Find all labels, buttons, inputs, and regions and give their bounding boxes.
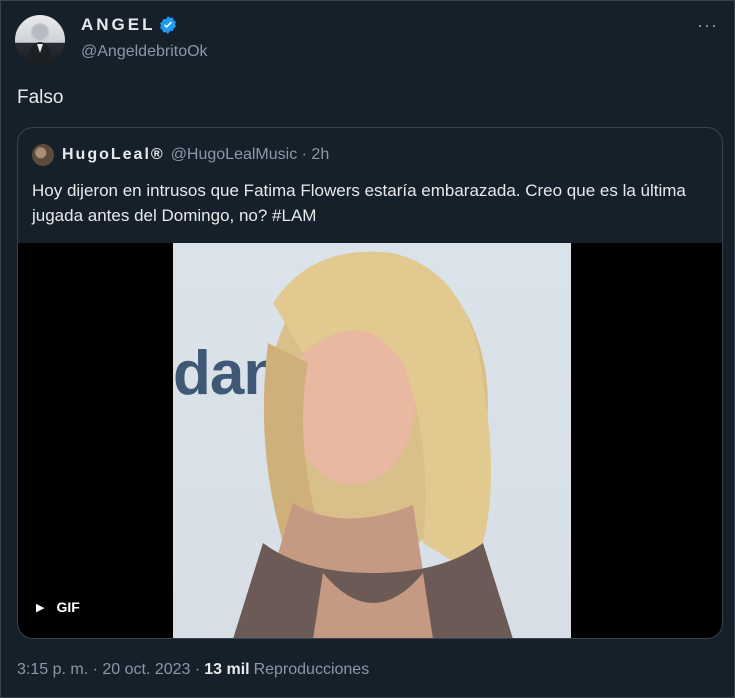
quoted-text: Hoy dijeron en intrusos que Fatima Flowe… — [32, 181, 686, 225]
timestamp[interactable]: 3:15 p. m. · 20 oct. 2023 · — [17, 661, 200, 679]
gif-badge[interactable]: ▶ GIF — [36, 599, 80, 615]
quoted-avatar[interactable] — [32, 144, 54, 166]
tweet-text: Falso — [17, 87, 64, 108]
author-name-row[interactable]: ANGEL — [81, 15, 178, 35]
author-avatar[interactable] — [15, 15, 65, 65]
person-illustration — [233, 251, 513, 638]
quoted-tweet[interactable]: HugoLeal® @HugoLealMusic · 2h Hoy dijero… — [17, 127, 723, 639]
views-count: 13 mil — [204, 661, 250, 678]
quoted-display-name[interactable]: HugoLeal® — [62, 146, 165, 164]
author-display-name[interactable]: ANGEL — [81, 15, 156, 35]
verified-badge-icon — [159, 16, 176, 34]
gif-frame: dan — [173, 243, 571, 638]
play-icon[interactable]: ▶ — [36, 601, 44, 614]
gif-media[interactable]: dan ▶ GIF — [18, 243, 722, 638]
ellipsis-icon[interactable]: ··· — [697, 15, 718, 36]
views-label: Reproducciones — [253, 661, 370, 678]
gif-label: GIF — [56, 599, 80, 615]
quoted-header: HugoLeal® @HugoLealMusic · 2h — [32, 144, 329, 166]
author-handle[interactable]: @AngeldebritoOk — [81, 43, 208, 61]
quoted-handle-time: @HugoLealMusic · 2h — [170, 146, 330, 163]
tweet-meta: 3:15 p. m. · 20 oct. 2023 · 13 mil Repro… — [17, 661, 369, 679]
tweet-card: ANGEL @AngeldebritoOk ··· Falso HugoLeal… — [0, 0, 735, 698]
